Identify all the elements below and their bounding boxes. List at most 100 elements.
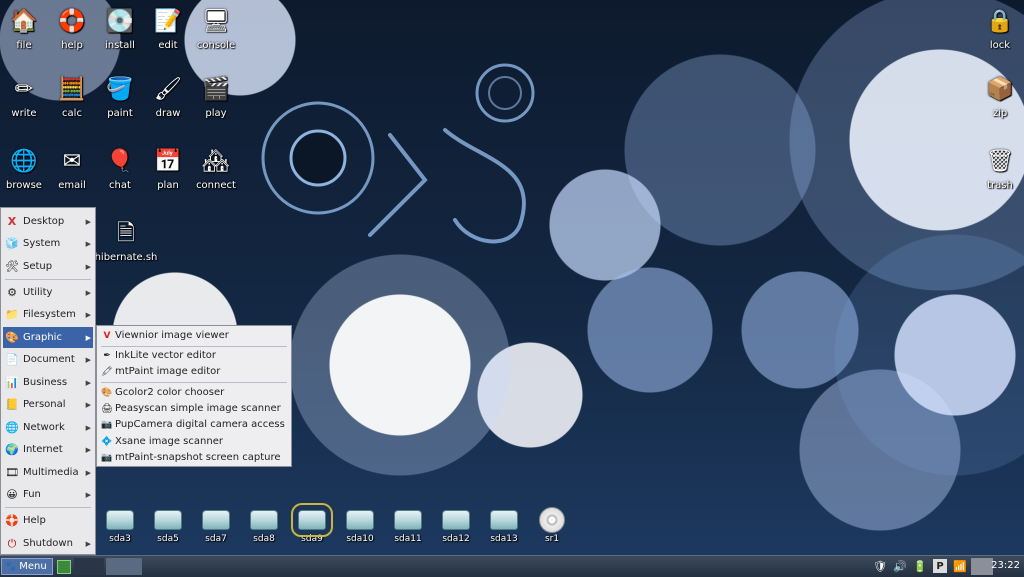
- drive-icon-sda11[interactable]: sda11: [385, 510, 431, 544]
- hard-drive-icon: [250, 510, 278, 530]
- desktop-icon-play[interactable]: 🎬 play: [188, 76, 244, 119]
- battery-icon[interactable]: 🔋: [913, 559, 927, 573]
- menu-item-desktop[interactable]: X Desktop ▶: [3, 211, 93, 232]
- drive-label: sda11: [394, 534, 422, 544]
- drive-icon-sda12[interactable]: sda12: [433, 510, 479, 544]
- drive-icon-sr1[interactable]: sr1: [529, 507, 575, 544]
- menu-item-help[interactable]: 🛟 Help: [3, 510, 93, 531]
- firewall-icon[interactable]: 🛡: [873, 559, 887, 573]
- drive-icon-sda7[interactable]: sda7: [193, 510, 239, 544]
- menu-item-document[interactable]: 📄 Document ▶: [3, 349, 93, 370]
- menu-item-label: Shutdown: [23, 538, 73, 549]
- submenu-item-xsane[interactable]: 💠 Xsane image scanner: [99, 434, 289, 449]
- menu-item-utility[interactable]: ⚙ Utility ▶: [3, 282, 93, 303]
- network-status-icon[interactable]: 📶: [953, 559, 967, 573]
- xsane-icon: 💠: [101, 436, 113, 447]
- desktop-icon-label: help: [61, 40, 83, 51]
- desktop-icon-zip[interactable]: 📦 zip: [972, 76, 1024, 119]
- submenu-item-label: Peasyscan simple image scanner: [115, 403, 281, 414]
- desktop-icon-label: zip: [992, 108, 1008, 119]
- network-connect-icon: 🏘: [202, 149, 230, 174]
- menu-item-business[interactable]: 📊 Business ▶: [3, 372, 93, 393]
- pager-desktop-2[interactable]: [106, 558, 142, 575]
- menu-item-label: Utility: [23, 287, 53, 298]
- envelope-icon: ✉: [62, 149, 82, 174]
- menu-item-fun[interactable]: 😀 Fun ▶: [3, 484, 93, 505]
- script-file-icon: 🗎: [117, 221, 135, 246]
- desktop-icon-trash[interactable]: 🗑 trash: [972, 148, 1024, 191]
- drive-icon-sda8[interactable]: sda8: [241, 510, 287, 544]
- menu-item-network[interactable]: 🌐 Network ▶: [3, 417, 93, 438]
- puppy-logo-icon: 🐾: [5, 561, 17, 572]
- system-icon: 🧊: [5, 237, 19, 250]
- desktop-icon-label: paint: [107, 108, 133, 119]
- edit-icon: 📝: [154, 9, 182, 34]
- submenu-item-label: Xsane image scanner: [115, 436, 223, 447]
- pupsave-icon[interactable]: P: [933, 559, 947, 573]
- hard-drive-icon: [154, 510, 182, 530]
- drive-label: sda8: [253, 534, 275, 544]
- drive-icon-sda5[interactable]: sda5: [145, 510, 191, 544]
- menu-item-multimedia[interactable]: 🎞 Multimedia ▶: [3, 462, 93, 483]
- menu-item-setup[interactable]: 🛠 Setup ▶: [3, 256, 93, 277]
- desktop-icon-label: file: [16, 40, 32, 51]
- volume-icon[interactable]: 🔊: [893, 559, 907, 573]
- submenu-arrow-icon: ▶: [85, 378, 91, 387]
- desktop-icon-connect[interactable]: 🏘 connect: [188, 148, 244, 191]
- menu-item-system[interactable]: 🧊 System ▶: [3, 233, 93, 254]
- desktop-icon-console[interactable]: 🖥 console: [188, 8, 244, 51]
- desktop-icon-lock[interactable]: 🔒 lock: [972, 8, 1024, 51]
- menu-item-filesystem[interactable]: 📁 Filesystem ▶: [3, 304, 93, 325]
- viewnior-icon: V: [103, 330, 111, 341]
- archive-box-icon: 📦: [986, 77, 1014, 102]
- menu-button-label: Menu: [19, 561, 47, 572]
- submenu-item-label: mtPaint image editor: [115, 366, 221, 377]
- desktop-icon-label: hibernate.sh: [94, 252, 158, 263]
- hard-drive-icon: [106, 510, 134, 530]
- menu-item-label: Graphic: [23, 332, 62, 343]
- desktop-icon-label: console: [196, 40, 236, 51]
- calendar-icon: 📅: [154, 149, 182, 174]
- drive-label: sda5: [157, 534, 179, 544]
- menu-item-personal[interactable]: 📒 Personal ▶: [3, 394, 93, 415]
- menu-item-label: Help: [23, 515, 46, 526]
- show-desktop-button[interactable]: [57, 560, 71, 574]
- submenu-item-viewnior[interactable]: V Viewnior image viewer: [99, 328, 289, 343]
- menu-item-label: System: [23, 238, 61, 249]
- menu-item-internet[interactable]: 🌍 Internet ▶: [3, 439, 93, 460]
- submenu-arrow-icon: ▶: [85, 423, 91, 432]
- menu-item-label: Business: [23, 377, 68, 388]
- menu-button[interactable]: 🐾 Menu: [1, 558, 53, 575]
- submenu-item-mtpaint-snapshot[interactable]: 📷 mtPaint-snapshot screen capture: [99, 450, 289, 465]
- submenu-item-peasyscan[interactable]: 🖨 Peasyscan simple image scanner: [99, 401, 289, 416]
- submenu-item-label: PupCamera digital camera access: [115, 419, 285, 430]
- drive-icon-sda3[interactable]: sda3: [97, 510, 143, 544]
- chat-balloon-icon: 🎈: [106, 149, 134, 174]
- desktop-icon-label: play: [205, 108, 227, 119]
- menu-item-graphic[interactable]: 🎨 Graphic ▶: [3, 327, 93, 348]
- submenu-item-mtpaint[interactable]: 🖍 mtPaint image editor: [99, 364, 289, 379]
- home-folder-icon: 🏠: [10, 9, 38, 34]
- desktop-icon-label: connect: [196, 180, 236, 191]
- clock[interactable]: 23:22: [991, 560, 1020, 571]
- drive-icon-sda9[interactable]: sda9: [289, 503, 335, 544]
- document-icon: 📄: [5, 353, 19, 366]
- submenu-item-inklite[interactable]: ✒ InkLite vector editor: [99, 348, 289, 363]
- drive-icon-sda10[interactable]: sda10: [337, 510, 383, 544]
- menu-item-shutdown[interactable]: ⏻ Shutdown ▶: [3, 533, 93, 554]
- drive-label: sda7: [205, 534, 227, 544]
- drive-label: sda3: [109, 534, 131, 544]
- utility-icon: ⚙: [7, 286, 17, 299]
- submenu-arrow-icon: ▶: [85, 239, 91, 248]
- lifebuoy-icon: 🛟: [58, 9, 86, 34]
- graphic-icon: 🎨: [5, 331, 19, 344]
- taskbar: 🐾 Menu 🛡 🔊 🔋 P 📶 23:22: [0, 555, 1024, 577]
- drive-icon-sda13[interactable]: sda13: [481, 510, 527, 544]
- pager-desktop-1[interactable]: [74, 558, 104, 575]
- hard-drive-icon: [346, 510, 374, 530]
- submenu-item-pupcamera[interactable]: 📷 PupCamera digital camera access: [99, 417, 289, 432]
- desktop-icon-hibernate[interactable]: 🗎 hibernate.sh: [92, 220, 160, 263]
- submenu-item-label: Viewnior image viewer: [115, 330, 229, 341]
- submenu-item-label: Gcolor2 color chooser: [115, 387, 225, 398]
- submenu-item-gcolor2[interactable]: 🎨 Gcolor2 color chooser: [99, 385, 289, 400]
